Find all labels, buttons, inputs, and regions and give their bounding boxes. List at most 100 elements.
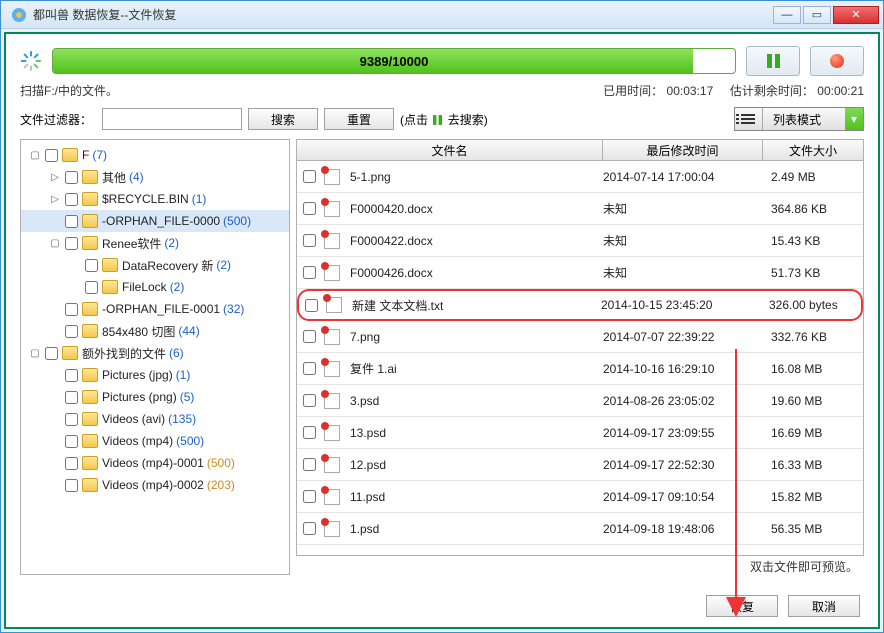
tree-node[interactable]: Pictures (png) (5): [21, 386, 289, 408]
file-row[interactable]: 1.psd2014-09-18 19:48:0656.35 MB: [297, 513, 863, 545]
remain-label: 估计剩余时间：: [730, 84, 814, 98]
file-row[interactable]: 7.png2014-07-07 22:39:22332.76 KB: [297, 321, 863, 353]
tree-checkbox[interactable]: [85, 281, 98, 294]
window-title: 都叫兽 数据恢复--文件恢复: [33, 6, 771, 23]
file-checkbox[interactable]: [303, 458, 316, 471]
col-date[interactable]: 最后修改时间: [603, 140, 763, 160]
tree-node[interactable]: -ORPHAN_FILE-0001 (32): [21, 298, 289, 320]
filter-input[interactable]: [102, 108, 242, 130]
file-row[interactable]: F0000426.docx未知51.73 KB: [297, 257, 863, 289]
tree-checkbox[interactable]: [65, 391, 78, 404]
file-name: 5-1.png: [350, 170, 603, 184]
expander-icon[interactable]: ▷: [49, 172, 61, 183]
recover-button[interactable]: 恢复: [706, 595, 778, 617]
col-size[interactable]: 文件大小: [763, 140, 863, 160]
file-list[interactable]: 5-1.png2014-07-14 17:00:042.49 MBF000042…: [296, 161, 864, 556]
tree-checkbox[interactable]: [65, 215, 78, 228]
tree-node[interactable]: DataRecovery 新 (2): [21, 254, 289, 276]
tree-node[interactable]: Videos (mp4) (500): [21, 430, 289, 452]
tree-checkbox[interactable]: [65, 171, 78, 184]
cancel-button[interactable]: 取消: [788, 595, 860, 617]
expander-icon[interactable]: ▢: [49, 238, 61, 249]
view-mode-dropdown[interactable]: 列表模式 ▾: [734, 107, 864, 131]
col-filename[interactable]: 文件名: [297, 140, 603, 160]
file-checkbox[interactable]: [305, 299, 318, 312]
expander-icon[interactable]: ▷: [49, 194, 61, 205]
file-row[interactable]: F0000422.docx未知15.43 KB: [297, 225, 863, 257]
file-date: 未知: [603, 232, 763, 249]
file-checkbox[interactable]: [303, 234, 316, 247]
tree-node[interactable]: 854x480 切图 (44): [21, 320, 289, 342]
tree-label: 其他: [102, 169, 126, 186]
file-checkbox[interactable]: [303, 426, 316, 439]
folder-tree[interactable]: ▢F (7)▷其他 (4)▷$RECYCLE.BIN (1)-ORPHAN_FI…: [20, 139, 290, 575]
expander-icon[interactable]: ▢: [29, 150, 41, 161]
tree-checkbox[interactable]: [65, 237, 78, 250]
tree-node[interactable]: ▢F (7): [21, 144, 289, 166]
file-checkbox[interactable]: [303, 330, 316, 343]
tree-checkbox[interactable]: [65, 413, 78, 426]
tree-node[interactable]: ▢额外找到的文件 (6): [21, 342, 289, 364]
file-row[interactable]: 复件 1.ai2014-10-16 16:29:1016.08 MB: [297, 353, 863, 385]
folder-icon: [82, 434, 98, 448]
tree-node[interactable]: FileLock (2): [21, 276, 289, 298]
file-row[interactable]: 3.psd2014-08-26 23:05:0219.60 MB: [297, 385, 863, 417]
tree-checkbox[interactable]: [65, 369, 78, 382]
tree-node[interactable]: Pictures (jpg) (1): [21, 364, 289, 386]
file-row[interactable]: 13.psd2014-09-17 23:09:5516.69 MB: [297, 417, 863, 449]
tree-node[interactable]: ▷$RECYCLE.BIN (1): [21, 188, 289, 210]
tree-checkbox[interactable]: [65, 325, 78, 338]
tree-checkbox[interactable]: [45, 149, 58, 162]
file-row[interactable]: 新建 文本文档.txt2014-10-15 23:45:20326.00 byt…: [297, 289, 863, 321]
folder-icon: [82, 214, 98, 228]
tree-node[interactable]: Videos (mp4)-0001 (500): [21, 452, 289, 474]
file-size: 16.33 MB: [763, 458, 863, 472]
tree-count: (7): [92, 148, 107, 162]
file-checkbox[interactable]: [303, 202, 316, 215]
file-icon: [324, 489, 340, 505]
tree-node[interactable]: Videos (mp4)-0002 (203): [21, 474, 289, 496]
file-checkbox[interactable]: [303, 522, 316, 535]
tree-checkbox[interactable]: [45, 347, 58, 360]
file-checkbox[interactable]: [303, 170, 316, 183]
folder-icon: [82, 236, 98, 250]
tree-label: Videos (mp4)-0002: [102, 478, 204, 492]
tree-checkbox[interactable]: [65, 193, 78, 206]
stop-button[interactable]: [810, 46, 864, 76]
tree-checkbox[interactable]: [65, 435, 78, 448]
tree-checkbox[interactable]: [65, 303, 78, 316]
reset-button[interactable]: 重置: [324, 108, 394, 130]
pause-button[interactable]: [746, 46, 800, 76]
tree-checkbox[interactable]: [85, 259, 98, 272]
file-row[interactable]: 11.psd2014-09-17 09:10:5415.82 MB: [297, 481, 863, 513]
content-panel: 9389/10000 扫描F:/中的文件。 已用时间： 00:03:17 估计剩…: [4, 32, 880, 629]
tree-checkbox[interactable]: [65, 479, 78, 492]
maximize-button[interactable]: ▭: [803, 6, 831, 24]
tree-label: Videos (avi): [102, 412, 165, 426]
elapsed-label: 已用时间：: [603, 84, 663, 98]
tree-checkbox[interactable]: [65, 457, 78, 470]
tree-node[interactable]: ▷其他 (4): [21, 166, 289, 188]
file-checkbox[interactable]: [303, 490, 316, 503]
file-row[interactable]: 5-1.png2014-07-14 17:00:042.49 MB: [297, 161, 863, 193]
close-button[interactable]: ✕: [833, 6, 879, 24]
tree-node[interactable]: Videos (avi) (135): [21, 408, 289, 430]
file-checkbox[interactable]: [303, 266, 316, 279]
search-button[interactable]: 搜索: [248, 108, 318, 130]
file-row[interactable]: F0000420.docx未知364.86 KB: [297, 193, 863, 225]
file-name: F0000426.docx: [350, 266, 603, 280]
tree-count: (32): [223, 302, 244, 316]
file-row[interactable]: 12.psd2014-09-17 22:52:3016.33 MB: [297, 449, 863, 481]
file-size: 364.86 KB: [763, 202, 863, 216]
expander-icon[interactable]: ▢: [29, 348, 41, 359]
file-name: F0000422.docx: [350, 234, 603, 248]
minimize-button[interactable]: —: [773, 6, 801, 24]
tree-label: 854x480 切图: [102, 323, 175, 340]
tree-node[interactable]: ▢Renee软件 (2): [21, 232, 289, 254]
tree-node[interactable]: -ORPHAN_FILE-0000 (500): [21, 210, 289, 232]
file-checkbox[interactable]: [303, 394, 316, 407]
tree-label: Videos (mp4): [102, 434, 173, 448]
tree-label: $RECYCLE.BIN: [102, 192, 189, 206]
preview-hint: 双击文件即可预览。: [296, 556, 864, 575]
file-checkbox[interactable]: [303, 362, 316, 375]
